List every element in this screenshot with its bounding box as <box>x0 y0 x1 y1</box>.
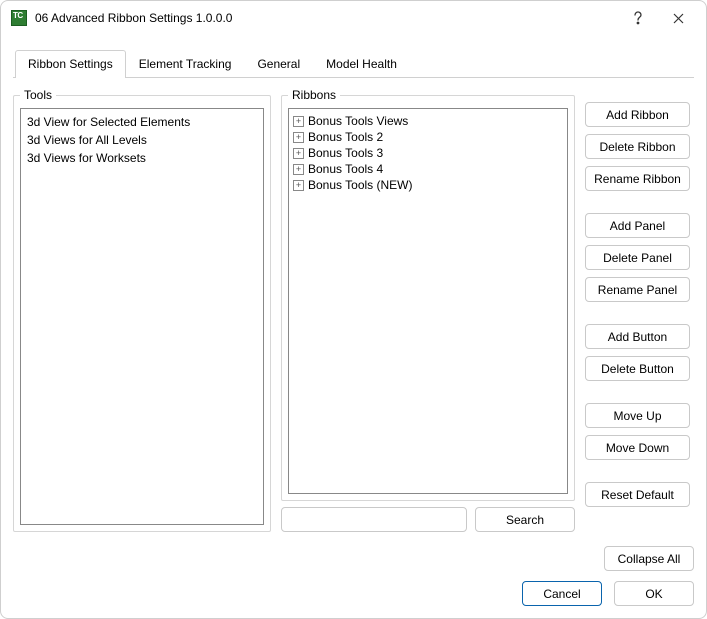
tab-strip: Ribbon Settings Element Tracking General… <box>13 50 694 78</box>
ribbon-buttons-group: Add Ribbon Delete Ribbon Rename Ribbon <box>585 102 694 191</box>
tree-item[interactable]: + Bonus Tools (NEW) <box>291 177 565 193</box>
move-buttons-group: Move Up Move Down <box>585 403 694 460</box>
search-input[interactable] <box>281 507 467 532</box>
tree-item[interactable]: + Bonus Tools 2 <box>291 129 565 145</box>
cancel-button[interactable]: Cancel <box>522 581 602 606</box>
ok-button[interactable]: OK <box>614 581 694 606</box>
move-down-button[interactable]: Move Down <box>585 435 690 460</box>
dialog-footer: Cancel OK <box>13 571 694 606</box>
delete-ribbon-button[interactable]: Delete Ribbon <box>585 134 690 159</box>
tab-model-health[interactable]: Model Health <box>313 50 410 78</box>
list-item[interactable]: 3d Views for All Levels <box>25 131 259 149</box>
expand-icon[interactable]: + <box>293 148 304 159</box>
tab-body: Tools 3d View for Selected Elements 3d V… <box>13 78 694 532</box>
list-item[interactable]: 3d Views for Worksets <box>25 149 259 167</box>
close-button[interactable] <box>658 5 698 31</box>
tab-element-tracking[interactable]: Element Tracking <box>126 50 245 78</box>
ribbons-tree[interactable]: + Bonus Tools Views + Bonus Tools 2 + Bo… <box>288 108 568 494</box>
collapse-all-button[interactable]: Collapse All <box>604 546 694 571</box>
tree-item[interactable]: + Bonus Tools 3 <box>291 145 565 161</box>
panel-buttons-group: Add Panel Delete Panel Rename Panel <box>585 213 694 302</box>
rename-ribbon-button[interactable]: Rename Ribbon <box>585 166 690 191</box>
add-panel-button[interactable]: Add Panel <box>585 213 690 238</box>
titlebar: 06 Advanced Ribbon Settings 1.0.0.0 <box>1 1 706 35</box>
tools-group: Tools 3d View for Selected Elements 3d V… <box>13 88 271 532</box>
window-title: 06 Advanced Ribbon Settings 1.0.0.0 <box>35 11 618 25</box>
tab-ribbon-settings[interactable]: Ribbon Settings <box>15 50 126 78</box>
search-button[interactable]: Search <box>475 507 575 532</box>
tree-item-label: Bonus Tools 2 <box>308 130 383 144</box>
tree-item-label: Bonus Tools 3 <box>308 146 383 160</box>
button-buttons-group: Add Button Delete Button <box>585 324 694 381</box>
reset-default-button[interactable]: Reset Default <box>585 482 690 507</box>
list-item[interactable]: 3d View for Selected Elements <box>25 113 259 131</box>
help-button[interactable] <box>618 5 658 31</box>
ribbons-column: Ribbons + Bonus Tools Views + Bonus Tool… <box>281 88 575 532</box>
move-up-button[interactable]: Move Up <box>585 403 690 428</box>
collapse-row: Collapse All <box>13 532 694 571</box>
tree-item[interactable]: + Bonus Tools Views <box>291 113 565 129</box>
tree-item[interactable]: + Bonus Tools 4 <box>291 161 565 177</box>
add-button-button[interactable]: Add Button <box>585 324 690 349</box>
search-row: Search <box>281 507 575 532</box>
tools-column: Tools 3d View for Selected Elements 3d V… <box>13 88 271 532</box>
ribbons-legend: Ribbons <box>288 88 340 102</box>
tools-legend: Tools <box>20 88 56 102</box>
tab-general[interactable]: General <box>244 50 313 78</box>
app-icon <box>11 10 27 26</box>
tools-listbox[interactable]: 3d View for Selected Elements 3d Views f… <box>20 108 264 525</box>
tree-item-label: Bonus Tools Views <box>308 114 408 128</box>
delete-button-button[interactable]: Delete Button <box>585 356 690 381</box>
add-ribbon-button[interactable]: Add Ribbon <box>585 102 690 127</box>
delete-panel-button[interactable]: Delete Panel <box>585 245 690 270</box>
expand-icon[interactable]: + <box>293 180 304 191</box>
dialog-window: 06 Advanced Ribbon Settings 1.0.0.0 Ribb… <box>0 0 707 619</box>
tree-item-label: Bonus Tools (NEW) <box>308 178 412 192</box>
rename-panel-button[interactable]: Rename Panel <box>585 277 690 302</box>
expand-icon[interactable]: + <box>293 116 304 127</box>
client-area: Ribbon Settings Element Tracking General… <box>1 35 706 618</box>
expand-icon[interactable]: + <box>293 132 304 143</box>
tree-item-label: Bonus Tools 4 <box>308 162 383 176</box>
expand-icon[interactable]: + <box>293 164 304 175</box>
side-buttons-column: Add Ribbon Delete Ribbon Rename Ribbon A… <box>585 88 694 532</box>
ribbons-group: Ribbons + Bonus Tools Views + Bonus Tool… <box>281 88 575 501</box>
